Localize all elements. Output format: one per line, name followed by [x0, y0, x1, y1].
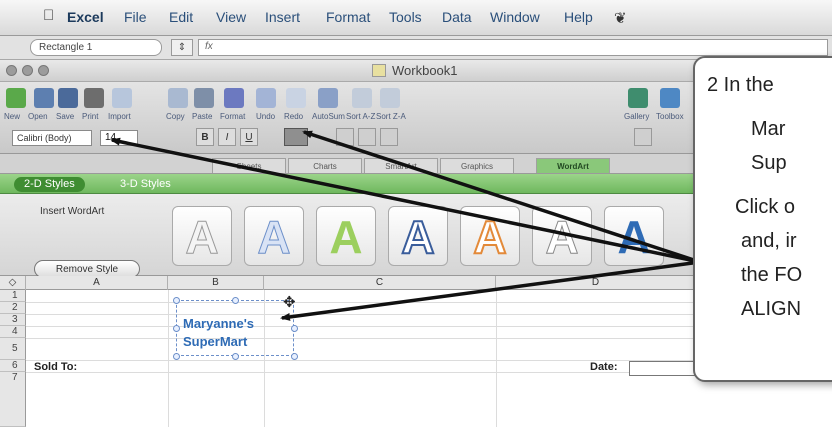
- callout-line: the FO: [741, 264, 803, 286]
- callout-line: Click o: [735, 196, 796, 218]
- callout-line: and, ir: [741, 230, 797, 252]
- arrow-to-align-center: [302, 130, 701, 264]
- instruction-callout: 2 In the Mar Sup Click o and, ir the FO …: [693, 56, 832, 382]
- callout-line: Sup: [751, 152, 787, 174]
- callout-line: Mar: [751, 118, 786, 140]
- arrow-to-font-size: [110, 137, 701, 264]
- arrow-to-wordart: [280, 260, 701, 321]
- callout-step: 2 In the: [707, 74, 774, 96]
- callout-line: ALIGN: [741, 298, 802, 320]
